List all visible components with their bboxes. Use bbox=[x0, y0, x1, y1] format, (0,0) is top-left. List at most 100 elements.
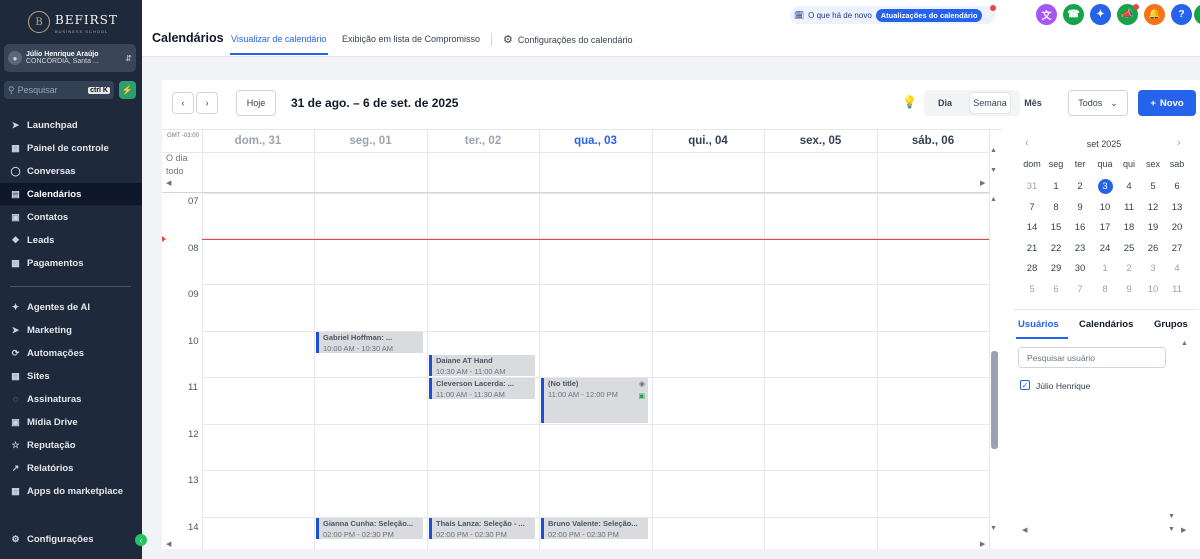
sidebar-item-sites[interactable]: ▦ Sites bbox=[0, 365, 142, 387]
mini-day[interactable]: 7 bbox=[1068, 282, 1092, 298]
sidebar-item-assinaturas[interactable]: ◌ Assinaturas bbox=[0, 388, 142, 410]
panel-scroll-up-icon[interactable]: ▲ bbox=[1181, 340, 1188, 347]
mini-day[interactable]: 10 bbox=[1141, 282, 1165, 298]
calendar-event[interactable]: Cleverson Lacerda: ... 11:00 AM - 11:30 A… bbox=[429, 378, 535, 400]
sidebar-item-automacoes[interactable]: ⟳ Automações bbox=[0, 342, 142, 364]
mini-day[interactable]: 29 bbox=[1044, 261, 1068, 277]
mini-day[interactable]: 11 bbox=[1165, 282, 1189, 298]
translate-icon[interactable]: 文 bbox=[1036, 4, 1057, 25]
user-search-input[interactable]: Pesquisar usuário bbox=[1018, 347, 1166, 368]
mini-day[interactable]: 3 bbox=[1141, 261, 1165, 277]
grid-scroll-up-icon[interactable]: ▲ bbox=[990, 196, 997, 203]
sidebar-item-launchpad[interactable]: ➤ Launchpad bbox=[0, 114, 142, 136]
quick-action-bolt-icon[interactable]: ⚡ bbox=[119, 81, 136, 99]
sidebar-item-pagamentos[interactable]: ▩ Pagamentos bbox=[0, 252, 142, 274]
mini-day[interactable]: 24 bbox=[1093, 241, 1117, 257]
calendar-event[interactable]: Gianna Cunha: Seleção... 02:00 PM - 02:30… bbox=[316, 517, 423, 539]
sidebar-item-marketing[interactable]: ➤ Marketing bbox=[0, 319, 142, 341]
sidebar-item-midia-drive[interactable]: ▣ Mídia Drive bbox=[0, 411, 142, 433]
calendar-event[interactable]: (No title) 11:00 AM - 12:00 PM ◉ ▣ bbox=[541, 378, 648, 423]
lightbulb-icon[interactable]: 💡 bbox=[902, 95, 917, 109]
mini-day[interactable]: 8 bbox=[1044, 200, 1068, 216]
grid-scroll-right-icon[interactable]: ▶ bbox=[980, 540, 985, 548]
sidebar-item-apps-do-marketplace[interactable]: ▦ Apps do marketplace bbox=[0, 480, 142, 502]
sidebar-item-settings[interactable]: ⚙ Configurações bbox=[0, 528, 142, 550]
mini-day[interactable]: 17 bbox=[1093, 220, 1117, 236]
prev-week-button[interactable]: ‹ bbox=[172, 92, 194, 114]
mini-day[interactable]: 20 bbox=[1165, 220, 1189, 236]
day-header[interactable]: qua., 03 bbox=[539, 130, 652, 152]
mini-day[interactable]: 4 bbox=[1165, 261, 1189, 277]
next-week-button[interactable]: › bbox=[196, 92, 218, 114]
whats-new-banner[interactable]: 🗓 O que há de novo Atualizações do calen… bbox=[790, 5, 996, 24]
ai-assistant-icon[interactable]: ✦ bbox=[1090, 4, 1111, 25]
sidebar-item-painel-de-controle[interactable]: ▦ Painel de controle bbox=[0, 137, 142, 159]
calendar-event[interactable]: Bruno Valente: Seleção... 02:00 PM - 02:3… bbox=[541, 517, 648, 539]
mini-day[interactable]: 2 bbox=[1117, 261, 1141, 277]
mini-day[interactable]: 27 bbox=[1165, 241, 1189, 257]
sidebar-item-relatorios[interactable]: ↗ Relatórios bbox=[0, 457, 142, 479]
mini-day[interactable]: 8 bbox=[1093, 282, 1117, 298]
allday-scroll-up-icon[interactable]: ▲ bbox=[990, 147, 997, 154]
panel-scroll-right-icon[interactable]: ▶ bbox=[1181, 526, 1186, 534]
mini-day[interactable]: 9 bbox=[1068, 200, 1092, 216]
allday-scroll-left-icon[interactable]: ◀ bbox=[166, 179, 171, 187]
view-month-button[interactable]: Mês bbox=[1018, 93, 1048, 113]
mini-day[interactable]: 1 bbox=[1093, 261, 1117, 277]
megaphone-icon[interactable]: 📣 bbox=[1117, 4, 1139, 25]
mini-day[interactable]: 21 bbox=[1020, 241, 1044, 257]
sidebar-item-agentes-de-ai[interactable]: ✦ Agentes de AI bbox=[0, 296, 142, 318]
day-header[interactable]: seg., 01 bbox=[314, 130, 427, 152]
mini-day[interactable]: 2 bbox=[1068, 179, 1092, 195]
view-day-button[interactable]: Dia bbox=[928, 93, 962, 113]
panel-scroll-left-icon[interactable]: ◀ bbox=[1022, 526, 1027, 534]
tab-calendar-view[interactable]: Visualizar de calendário bbox=[231, 34, 326, 44]
view-week-button[interactable]: Semana bbox=[970, 93, 1010, 113]
user-profile-icon[interactable]: ● bbox=[1194, 4, 1200, 25]
account-switcher[interactable]: ● Júlio Henrique Araújo CONCÓRDIA, Santa… bbox=[4, 44, 136, 72]
mini-day[interactable]: 18 bbox=[1117, 220, 1141, 236]
mini-day-today[interactable]: 3 bbox=[1093, 179, 1117, 195]
mini-day[interactable]: 14 bbox=[1020, 220, 1044, 236]
grid-scroll-left-icon[interactable]: ◀ bbox=[166, 540, 171, 548]
panel-scroll-down-icon-2[interactable]: ▼ bbox=[1168, 513, 1175, 520]
mini-day[interactable]: 30 bbox=[1068, 261, 1092, 277]
mini-day[interactable]: 9 bbox=[1117, 282, 1141, 298]
mini-next-month-icon[interactable]: › bbox=[1177, 137, 1181, 149]
brand-logo[interactable]: B BEFIRST BUSINESS SCHOOL bbox=[28, 10, 118, 34]
calendar-event[interactable]: Thaís Lanza: Seleção - ... 02:00 PM - 02:… bbox=[429, 517, 535, 539]
mini-day[interactable]: 12 bbox=[1141, 200, 1165, 216]
calendar-event[interactable]: Daiane AT Hand 10:30 AM - 11:00 AM bbox=[429, 354, 535, 376]
grid-scrollbar[interactable] bbox=[991, 351, 998, 449]
help-icon[interactable]: ? bbox=[1171, 4, 1192, 25]
day-header[interactable]: ter., 02 bbox=[427, 130, 539, 152]
mini-day[interactable]: 6 bbox=[1165, 179, 1189, 195]
sidebar-search[interactable]: ⚲ Pesquisar ctrl K bbox=[4, 81, 114, 99]
calendar-event[interactable]: Gabriel Hoffman: ... 10:00 AM - 10:30 AM bbox=[316, 331, 423, 353]
mini-day[interactable]: 31 bbox=[1020, 179, 1044, 195]
mini-day[interactable]: 19 bbox=[1141, 220, 1165, 236]
collapse-sidebar-icon[interactable]: ‹ bbox=[135, 534, 147, 546]
mini-day[interactable]: 26 bbox=[1141, 241, 1165, 257]
mini-day[interactable]: 7 bbox=[1020, 200, 1044, 216]
sidebar-item-calendarios[interactable]: ▤ Calendários bbox=[0, 183, 142, 205]
day-header[interactable]: sáb., 06 bbox=[877, 130, 989, 152]
mini-day[interactable]: 25 bbox=[1117, 241, 1141, 257]
day-header[interactable]: qui., 04 bbox=[652, 130, 764, 152]
sidebar-item-reputacao[interactable]: ☆ Reputação bbox=[0, 434, 142, 456]
mini-day[interactable]: 4 bbox=[1117, 179, 1141, 195]
new-appointment-button[interactable]: + Novo bbox=[1138, 90, 1196, 116]
filter-dropdown[interactable]: Todos ⌄ bbox=[1068, 90, 1128, 116]
grid-scroll-down-icon[interactable]: ▼ bbox=[990, 525, 997, 532]
tab-groups[interactable]: Grupos bbox=[1154, 319, 1188, 330]
day-header[interactable]: dom., 31 bbox=[202, 130, 314, 152]
tab-calendars[interactable]: Calendários bbox=[1079, 319, 1133, 330]
tab-users[interactable]: Usuários bbox=[1018, 319, 1059, 330]
sidebar-item-leads[interactable]: ❖ Leads bbox=[0, 229, 142, 251]
mini-day[interactable]: 23 bbox=[1068, 241, 1092, 257]
today-button[interactable]: Hoje bbox=[236, 90, 276, 116]
mini-day[interactable]: 28 bbox=[1020, 261, 1044, 277]
mini-day[interactable]: 6 bbox=[1044, 282, 1068, 298]
mini-day[interactable]: 16 bbox=[1068, 220, 1092, 236]
sidebar-item-conversas[interactable]: ◯ Conversas bbox=[0, 160, 142, 182]
